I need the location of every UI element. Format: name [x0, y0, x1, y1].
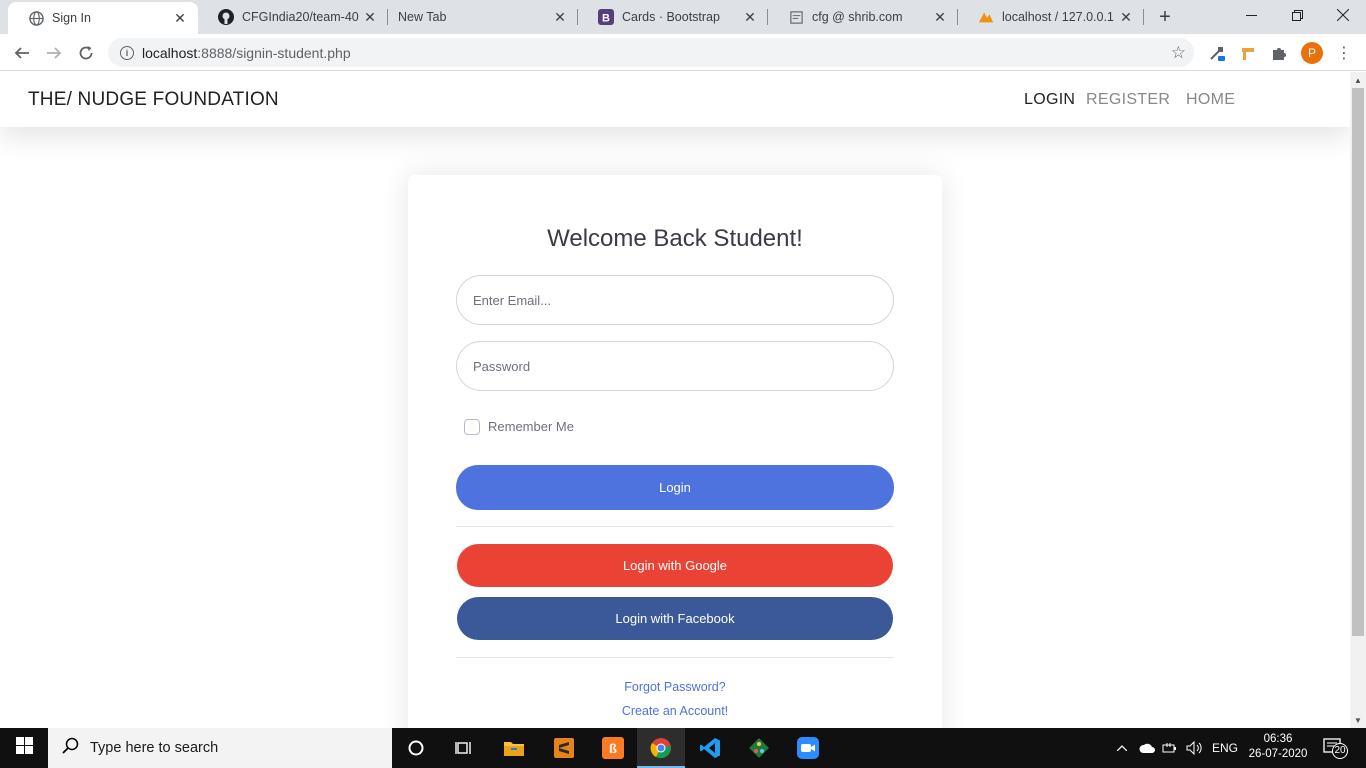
tab-title: Cards · Bootstrap [622, 10, 720, 24]
onedrive-icon[interactable] [1138, 728, 1156, 768]
git-kraken-icon[interactable] [735, 728, 783, 768]
taskbar-search-box[interactable]: Type here to search [48, 728, 392, 768]
nav-register-link[interactable]: REGISTER [1086, 91, 1170, 109]
page-viewport: THE/ NUDGE FOUNDATION LOGIN REGISTER HOM… [0, 72, 1350, 728]
tab-bootstrap-cards[interactable]: B Cards · Bootstrap ✕ [578, 0, 768, 34]
clock-time: 06:36 [1263, 733, 1293, 745]
cortana-icon[interactable] [392, 728, 440, 768]
tab-title: Sign In [52, 11, 91, 25]
browser-menu-icon[interactable]: ⋮ [1336, 42, 1352, 64]
browser-toolbar: i localhost:8888/signin-student.php ☆ P … [0, 34, 1366, 71]
windows-logo-icon [15, 737, 33, 759]
extension-dropper-icon[interactable] [1206, 42, 1228, 64]
nav-login-link[interactable]: LOGIN [1024, 91, 1075, 109]
scrollbar-thumb[interactable] [1352, 88, 1364, 636]
tab-title: cfg @ shrib.com [812, 10, 903, 24]
tray-expand-icon[interactable] [1114, 728, 1130, 768]
tab-phpmyadmin[interactable]: localhost / 127.0.0.1 / n ✕ [958, 0, 1144, 34]
clock-date: 26-07-2020 [1248, 748, 1308, 760]
bookmark-star-icon[interactable]: ☆ [1171, 43, 1186, 63]
nav-home-link[interactable]: HOME [1186, 91, 1235, 109]
login-card: Welcome Back Student! Remember Me Login … [408, 175, 942, 728]
site-info-icon[interactable]: i [120, 45, 134, 60]
divider [456, 526, 894, 527]
phpmyadmin-icon [978, 9, 994, 25]
tab-title: CFGIndia20/team-40 [242, 10, 359, 24]
close-tab-icon[interactable]: ✕ [740, 7, 760, 27]
login-facebook-button[interactable]: Login with Facebook [457, 597, 893, 640]
extension-tag-icon[interactable] [1237, 42, 1259, 64]
remember-me-label[interactable]: Remember Me [488, 419, 574, 434]
tab-title: New Tab [398, 10, 447, 24]
notification-center-icon[interactable]: 20 [1320, 736, 1350, 760]
zoom-icon[interactable] [784, 728, 832, 768]
notification-count: 20 [1334, 745, 1346, 756]
minimize-icon[interactable] [1228, 0, 1274, 30]
taskbar-clock[interactable]: 06:36 26-07-2020 [1248, 732, 1308, 762]
close-tab-icon[interactable]: ✕ [360, 7, 380, 27]
login-heading: Welcome Back Student! [547, 225, 803, 252]
close-tab-icon[interactable]: ✕ [550, 7, 570, 27]
search-placeholder: Type here to search [90, 740, 219, 756]
new-tab-icon[interactable]: + [1153, 5, 1177, 29]
password-field[interactable] [456, 341, 894, 391]
url-text: localhost:8888/signin-student.php [142, 44, 351, 61]
file-explorer-icon[interactable] [490, 728, 538, 768]
tab-sign-in[interactable]: Sign In ✕ [8, 2, 198, 34]
language-indicator[interactable]: ENG [1212, 728, 1238, 768]
scroll-down-icon[interactable]: ▼ [1354, 716, 1362, 725]
remember-me-checkbox[interactable] [464, 419, 480, 435]
back-icon[interactable] [9, 40, 35, 66]
extensions-puzzle-icon[interactable] [1268, 42, 1290, 64]
forward-icon[interactable] [41, 40, 67, 66]
login-google-button[interactable]: Login with Google [457, 544, 893, 587]
close-tab-icon[interactable]: ✕ [1116, 7, 1136, 27]
search-icon [62, 737, 80, 760]
profile-avatar[interactable]: P [1301, 42, 1323, 64]
create-account-link[interactable]: Create an Account! [408, 704, 942, 718]
vscode-icon[interactable] [686, 728, 734, 768]
battery-power-icon[interactable] [1161, 728, 1179, 768]
start-button[interactable] [0, 728, 48, 768]
browser-tab-strip: Sign In ✕ CFGIndia20/team-40 ✕ New Tab ✕… [0, 0, 1366, 34]
scroll-up-icon[interactable]: ▲ [1354, 76, 1362, 85]
globe-icon [28, 10, 44, 26]
reload-icon[interactable] [73, 40, 99, 66]
volume-icon[interactable] [1185, 728, 1203, 768]
chrome-icon[interactable] [637, 728, 685, 768]
page-scrollbar[interactable]: ▲ ▼ [1350, 72, 1366, 728]
github-icon [218, 9, 234, 25]
close-tab-icon[interactable]: ✕ [170, 8, 190, 28]
tab-github[interactable]: CFGIndia20/team-40 ✕ [198, 0, 388, 34]
svg-text:ß: ß [609, 741, 617, 756]
tab-title: localhost / 127.0.0.1 / n [1002, 10, 1116, 24]
close-window-icon[interactable] [1320, 0, 1366, 30]
xampp-icon[interactable]: ß [589, 728, 637, 768]
divider [456, 657, 894, 658]
task-view-icon[interactable] [440, 728, 488, 768]
document-icon [788, 9, 804, 25]
close-tab-icon[interactable]: ✕ [930, 7, 950, 27]
sublime-text-icon[interactable] [540, 728, 588, 768]
address-bar[interactable]: i localhost:8888/signin-student.php ☆ [108, 38, 1194, 67]
forgot-password-link[interactable]: Forgot Password? [408, 680, 942, 694]
bootstrap-icon: B [598, 9, 614, 25]
site-brand[interactable]: THE/ NUDGE FOUNDATION [28, 89, 279, 111]
svg-text:B: B [602, 13, 610, 25]
tab-shrib[interactable]: cfg @ shrib.com ✕ [768, 0, 958, 34]
restore-icon[interactable] [1274, 0, 1320, 30]
site-navbar: THE/ NUDGE FOUNDATION LOGIN REGISTER HOM… [0, 72, 1350, 127]
login-button[interactable]: Login [456, 465, 894, 510]
windows-taskbar: Type here to search ß ENG 06:36 26-07-20… [0, 728, 1366, 768]
tab-new-tab[interactable]: New Tab ✕ [388, 0, 578, 34]
email-field[interactable] [456, 275, 894, 325]
